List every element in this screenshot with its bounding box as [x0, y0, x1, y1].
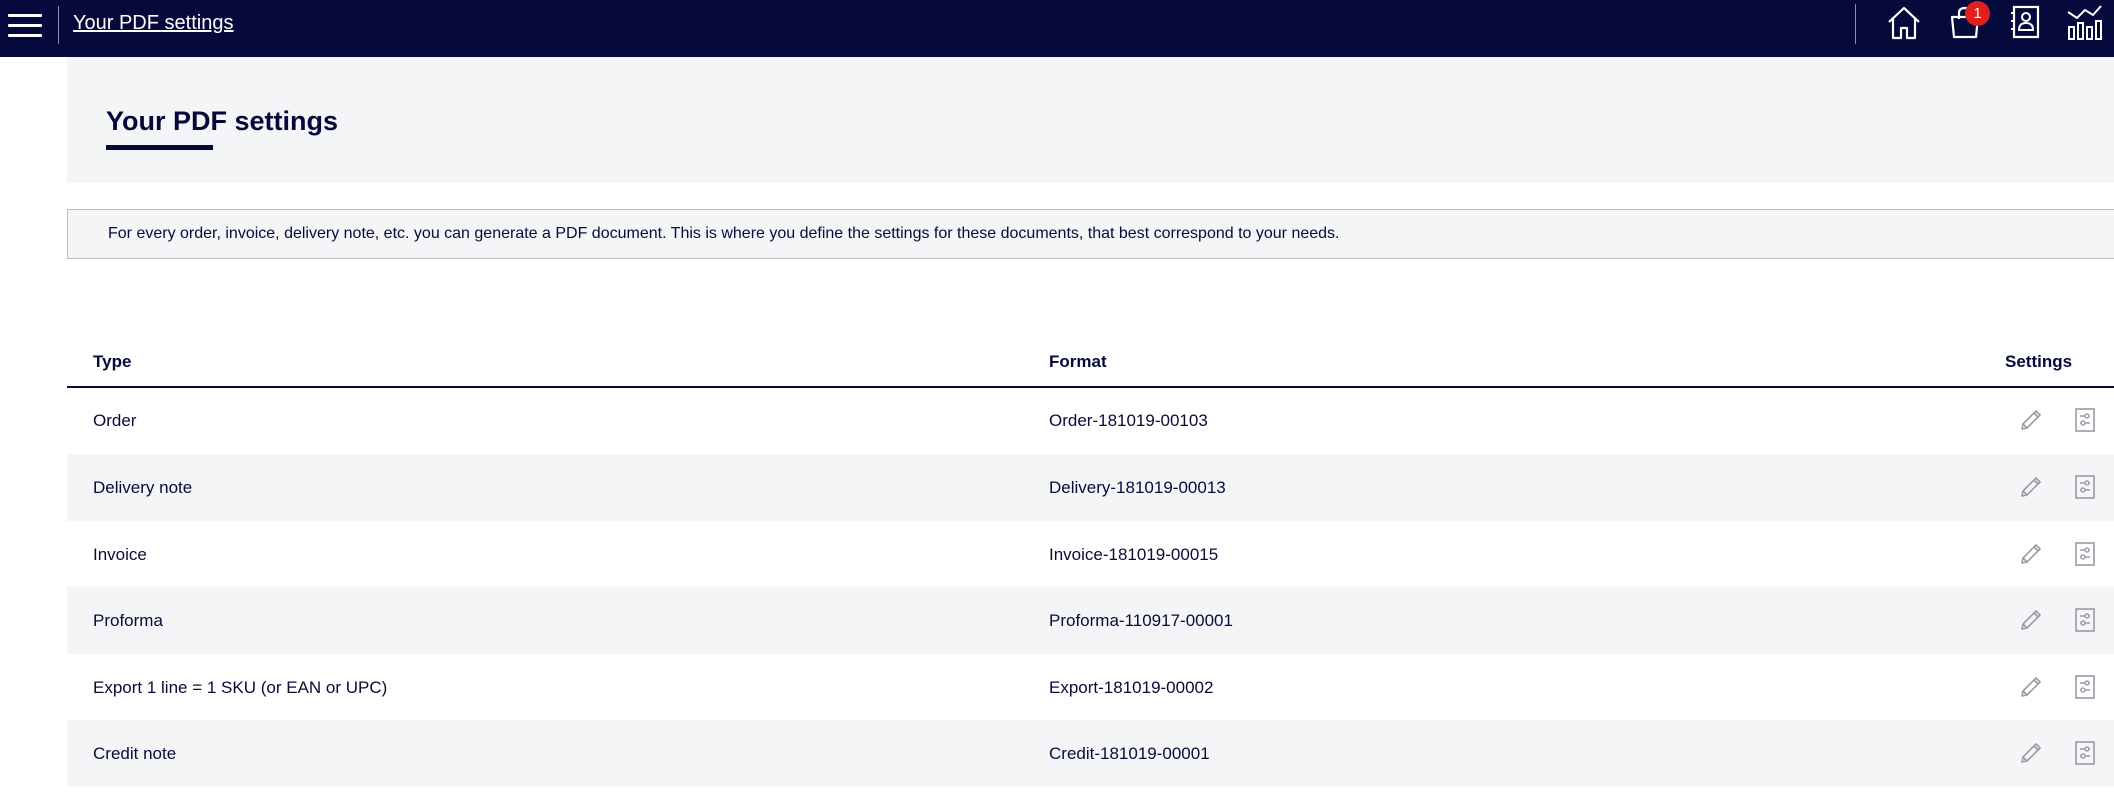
info-text: For every order, invoice, delivery note,… — [108, 225, 1340, 242]
divider — [1855, 4, 1856, 44]
settings-doc-icon[interactable] — [2072, 407, 2098, 433]
top-navigation-bar: Your PDF settings 1 — [0, 0, 2114, 57]
divider — [58, 6, 59, 44]
settings-doc-icon[interactable] — [2072, 674, 2098, 700]
contacts-icon[interactable] — [2005, 3, 2045, 43]
stats-icon[interactable] — [2065, 3, 2105, 43]
home-icon[interactable] — [1884, 3, 1924, 43]
row-format: Export-181019-00002 — [1049, 678, 1214, 697]
table-row: Order Order-181019-00103 — [67, 387, 2114, 454]
row-format: Order-181019-00103 — [1049, 411, 1208, 430]
pencil-icon[interactable] — [2018, 474, 2044, 500]
row-type: Credit note — [93, 744, 177, 763]
settings-doc-icon[interactable] — [2072, 607, 2098, 633]
row-type: Invoice — [93, 545, 147, 564]
pencil-icon[interactable] — [2018, 607, 2044, 633]
settings-doc-icon[interactable] — [2072, 474, 2098, 500]
title-underline — [106, 145, 213, 150]
row-format: Credit-181019-00001 — [1049, 744, 1210, 763]
row-type: Order — [93, 411, 137, 430]
notification-badge: 1 — [1965, 1, 1990, 26]
menu-icon[interactable] — [8, 14, 44, 40]
table-row: Credit note Credit-181019-00001 — [67, 720, 2114, 787]
pencil-icon[interactable] — [2018, 674, 2044, 700]
table-row: Invoice Invoice-181019-00015 — [67, 521, 2114, 588]
settings-doc-icon[interactable] — [2072, 541, 2098, 567]
column-header-format: Format — [1049, 352, 1107, 371]
pencil-icon[interactable] — [2018, 541, 2044, 567]
column-header-settings: Settings — [2005, 352, 2073, 371]
table-row: Export 1 line = 1 SKU (or EAN or UPC) Ex… — [67, 654, 2114, 721]
settings-doc-icon[interactable] — [2072, 740, 2098, 766]
row-type: Delivery note — [93, 478, 193, 497]
table-row: Proforma Proforma-110917-00001 — [67, 587, 2114, 654]
pencil-icon[interactable] — [2018, 407, 2044, 433]
table-row: Delivery note Delivery-181019-00013 — [67, 454, 2114, 521]
row-type: Export 1 line = 1 SKU (or EAN or UPC) — [93, 678, 388, 697]
row-format: Invoice-181019-00015 — [1049, 545, 1219, 564]
column-header-type: Type — [93, 352, 132, 371]
topbar-title-link[interactable]: Your PDF settings — [73, 12, 233, 35]
page-header-panel — [67, 57, 2114, 183]
row-format: Proforma-110917-00001 — [1049, 611, 1233, 630]
pencil-icon[interactable] — [2018, 740, 2044, 766]
page-title: Your PDF settings — [106, 106, 339, 136]
row-format: Delivery-181019-00013 — [1049, 478, 1226, 497]
row-type: Proforma — [93, 611, 163, 630]
